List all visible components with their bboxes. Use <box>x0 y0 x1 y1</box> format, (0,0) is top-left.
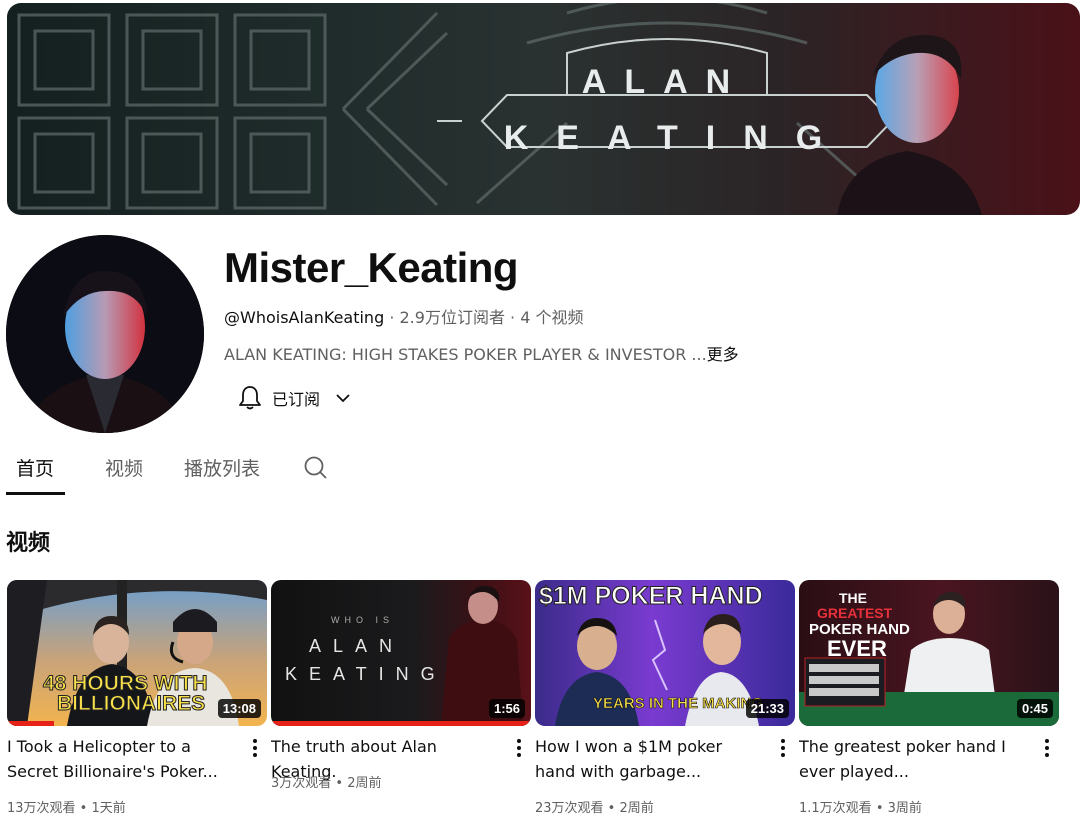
stats-separator: • <box>871 801 888 816</box>
tab-active-indicator <box>6 492 65 495</box>
view-count: 1.1万次观看 <box>799 801 872 816</box>
video-duration: 0:45 <box>1016 699 1053 718</box>
tab-videos[interactable]: 视频 <box>105 454 143 481</box>
video-card[interactable]: 48 HOURS WITH BILLIONAIRES 13:08 I Took … <box>7 580 267 821</box>
thumbnail-caption: $1M POKER HAND <box>539 582 764 611</box>
thumbnail-caption: KEATING <box>285 664 447 684</box>
stats-separator: • <box>75 801 92 816</box>
video-duration: 13:08 <box>217 699 261 718</box>
video-card[interactable]: $1M POKER HAND YEARS IN THE MAKING 21:33… <box>535 580 795 821</box>
more-link[interactable]: 更多 <box>707 345 739 364</box>
avatar-portrait <box>6 235 204 433</box>
description-text: ALAN KEATING: HIGH STAKES POKER PLAYER &… <box>224 345 707 364</box>
upload-age: 2周前 <box>619 801 654 816</box>
stats-separator: • <box>331 776 348 791</box>
view-count: 13万次观看 <box>7 801 76 816</box>
channel-handle[interactable]: @WhoisAlanKeating <box>224 308 384 327</box>
video-thumbnail[interactable]: THE GREATEST POKER HAND EVER 0:45 <box>799 580 1059 726</box>
video-card[interactable]: WHO IS ALAN KEATING 1:56 The truth about… <box>271 580 531 821</box>
tab-home[interactable]: 首页 <box>16 454 54 481</box>
search-icon[interactable] <box>302 454 330 482</box>
video-stats: 23万次观看 • 2周前 <box>535 797 654 816</box>
video-thumbnail[interactable]: 48 HOURS WITH BILLIONAIRES 13:08 <box>7 580 267 726</box>
channel-banner: ALAN KEATING <box>7 3 1080 215</box>
banner-title-line1: ALAN <box>581 63 749 101</box>
video-thumbnail[interactable]: WHO IS ALAN KEATING 1:56 <box>271 580 531 726</box>
video-duration: 21:33 <box>745 699 789 718</box>
channel-name: Mister_Keating <box>224 244 519 291</box>
more-actions-icon[interactable] <box>509 736 529 760</box>
section-title: 视频 <box>6 531 51 556</box>
tab-playlists[interactable]: 播放列表 <box>184 454 260 481</box>
thumbnail-caption: ALAN <box>309 636 405 656</box>
bell-icon <box>239 386 261 410</box>
more-actions-icon[interactable] <box>1037 736 1057 760</box>
thumbnail-caption: EVER <box>827 636 887 661</box>
watch-progress-bar <box>7 721 54 726</box>
thumbnail-caption: THE <box>839 590 867 606</box>
more-actions-icon[interactable] <box>245 736 265 760</box>
channel-avatar[interactable] <box>6 235 204 433</box>
meta-separator: · <box>504 308 521 327</box>
banner-portrait <box>837 34 982 215</box>
upload-age: 1天前 <box>91 801 126 816</box>
view-count: 23万次观看 <box>535 801 604 816</box>
subscriber-count: 2.9万位订阅者 <box>399 308 505 327</box>
video-stats: 3万次观看 • 2周前 <box>271 772 382 791</box>
video-count: 4 个视频 <box>520 308 584 327</box>
channel-meta: @WhoisAlanKeating · 2.9万位订阅者 · 4 个视频 <box>224 304 584 328</box>
chevron-down-icon <box>336 394 350 403</box>
video-duration: 1:56 <box>488 699 525 718</box>
subscribed-button[interactable]: 已订阅 <box>232 380 362 416</box>
watch-progress-bar <box>271 721 531 726</box>
channel-description[interactable]: ALAN KEATING: HIGH STAKES POKER PLAYER &… <box>224 341 739 365</box>
thumbnail-caption: GREATEST <box>817 605 893 621</box>
thumbnail-caption: BILLIONAIRES <box>56 692 206 716</box>
upload-age: 2周前 <box>347 776 382 791</box>
video-card[interactable]: THE GREATEST POKER HAND EVER 0:45 The gr… <box>799 580 1059 821</box>
video-thumbnail[interactable]: $1M POKER HAND YEARS IN THE MAKING 21:33 <box>535 580 795 726</box>
video-title[interactable]: The greatest poker hand I ever played... <box>799 734 1031 784</box>
video-stats: 1.1万次观看 • 3周前 <box>799 797 922 816</box>
stats-separator: • <box>603 801 620 816</box>
more-actions-icon[interactable] <box>773 736 793 760</box>
upload-age: 3周前 <box>887 801 922 816</box>
meta-separator: · <box>384 308 400 327</box>
channel-tabs: 首页 视频 播放列表 <box>0 446 1080 496</box>
subscribed-label: 已订阅 <box>272 390 321 409</box>
thumbnail-caption: YEARS IN THE MAKING <box>593 695 764 713</box>
video-title[interactable]: How I won a $1M poker hand with garbage.… <box>535 734 767 784</box>
video-title[interactable]: I Took a Helicopter to a Secret Billiona… <box>7 734 239 784</box>
view-count: 3万次观看 <box>271 776 332 791</box>
video-stats: 13万次观看 • 1天前 <box>7 797 126 816</box>
thumbnail-caption: WHO IS <box>331 615 394 625</box>
